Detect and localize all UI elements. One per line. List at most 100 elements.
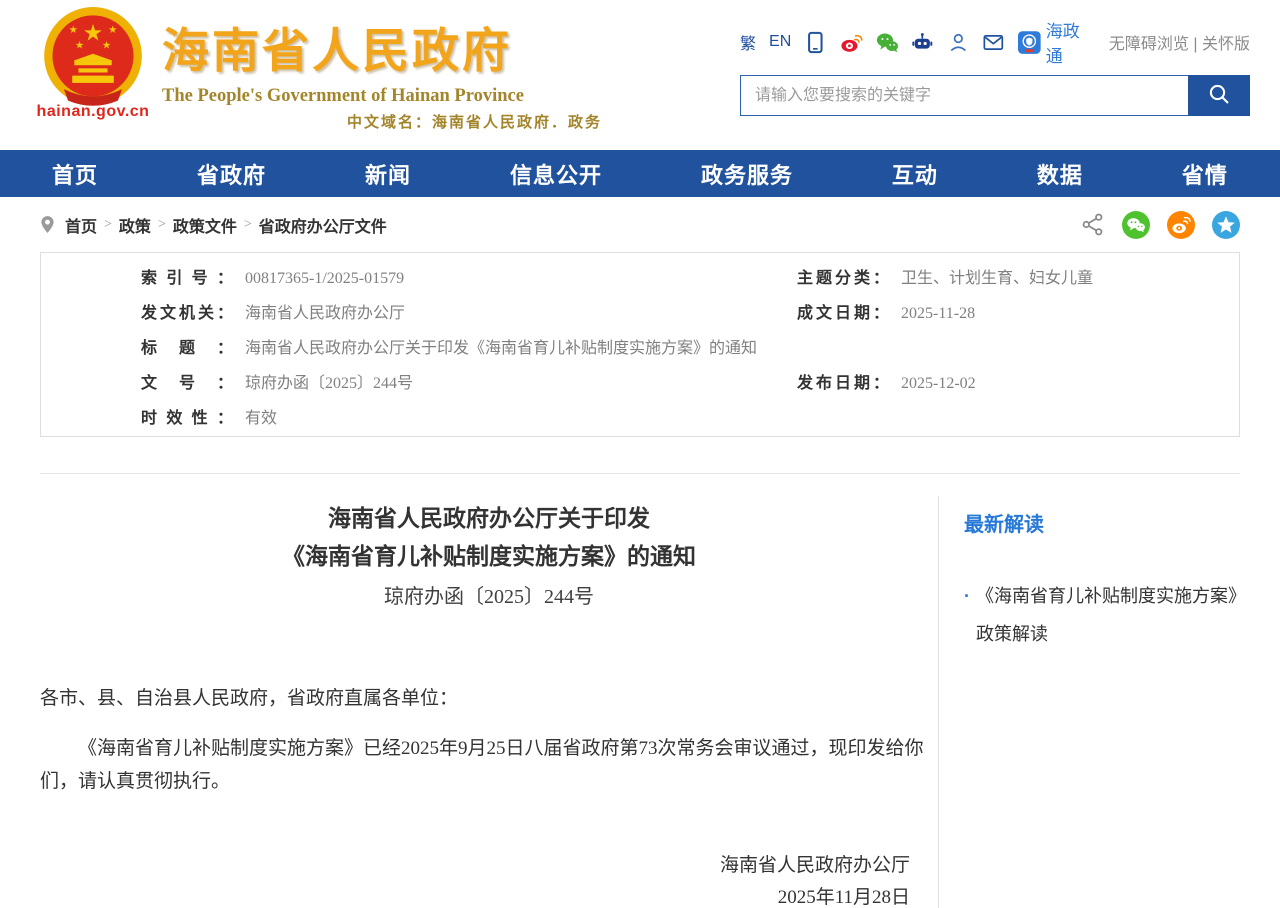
- metadata-label: 主题分类：: [797, 261, 889, 296]
- sidebar-heading-latest-interpretation: 最新解读: [964, 508, 1240, 537]
- article-document-number: 琼府办函〔2025〕244号: [40, 576, 938, 618]
- main-content: 海南省人民政府办公厅关于印发 《海南省育儿补贴制度实施方案》的通知 琼府办函〔2…: [40, 473, 1240, 908]
- haizhengtong-link[interactable]: 海政通: [1018, 17, 1096, 67]
- metadata-row-title: 标题： 海南省人民政府办公厅关于印发《海南省育儿补贴制度实施方案》的通知: [141, 331, 757, 366]
- links-divider: |: [1193, 36, 1197, 53]
- article-title-line2: 《海南省育儿补贴制度实施方案》的通知: [40, 538, 938, 576]
- location-pin-icon: [40, 215, 55, 234]
- nav-item-interaction[interactable]: 互动: [892, 158, 938, 190]
- metadata-label: 索引号：: [141, 261, 233, 296]
- metadata-value: 海南省人民政府办公厅关于印发《海南省育儿补贴制度实施方案》的通知: [245, 340, 757, 357]
- share-weibo-icon[interactable]: [1167, 211, 1195, 239]
- document-metadata-box: 索引号： 00817365-1/2025-01579 发文机关： 海南省人民政府…: [40, 252, 1240, 437]
- sidebar-link-policy-interpretation[interactable]: · 《海南省育儿补贴制度实施方案》政策解读: [964, 577, 1240, 653]
- breadcrumb-item-general-office-documents[interactable]: 省政府办公厅文件: [259, 213, 387, 237]
- document-article: 海南省人民政府办公厅关于印发 《海南省育儿补贴制度实施方案》的通知 琼府办函〔2…: [40, 474, 938, 908]
- share-toolbar: [1080, 197, 1240, 252]
- nav-item-data[interactable]: 数据: [1037, 158, 1083, 190]
- nav-item-provincial-government[interactable]: 省政府: [197, 158, 266, 190]
- search-bar: [740, 75, 1250, 116]
- search-icon: [1207, 82, 1231, 109]
- svg-text:★: ★: [75, 41, 84, 52]
- metadata-row-index-number: 索引号： 00817365-1/2025-01579: [141, 261, 757, 296]
- article-title-line1: 海南省人民政府办公厅关于印发: [40, 500, 938, 538]
- accessibility-links: 无障碍浏览 | 关怀版: [1109, 30, 1250, 54]
- metadata-row-publish-date: 发布日期： 2025-12-02: [797, 366, 1239, 401]
- metadata-value: 00817365-1/2025-01579: [245, 270, 404, 287]
- robot-icon[interactable]: [911, 31, 934, 54]
- search-input[interactable]: [740, 75, 1188, 116]
- site-title-block: 海南省人民政府 The People's Government of Haina…: [162, 12, 602, 132]
- site-title: 海南省人民政府: [162, 12, 602, 81]
- traditional-chinese-link[interactable]: 繁: [740, 30, 756, 54]
- article-signature-date: 2025年11月28日: [40, 882, 910, 908]
- site-title-english: The People's Government of Hainan Provin…: [162, 86, 602, 107]
- breadcrumb-item-policy-documents[interactable]: 政策文件: [173, 213, 237, 237]
- article-signature-block: 海南省人民政府办公厅 2025年11月28日: [40, 850, 938, 908]
- metadata-row-validity: 时效性： 有效: [141, 401, 757, 436]
- metadata-row-issuing-agency: 发文机关： 海南省人民政府办公厅: [141, 296, 757, 331]
- metadata-label: 发文机关：: [141, 296, 233, 331]
- mobile-icon[interactable]: [804, 31, 827, 54]
- metadata-label: 标题：: [141, 331, 233, 366]
- sidebar: 最新解读 · 《海南省育儿补贴制度实施方案》政策解读: [938, 496, 1240, 908]
- nav-item-information-disclosure[interactable]: 信息公开: [510, 158, 602, 190]
- site-header: ★ ★ ★ ★ ★ hainan.gov.cn 海南省人民政府 The Peop…: [0, 0, 1280, 150]
- metadata-value: 2025-11-28: [901, 305, 975, 322]
- metadata-value: 2025-12-02: [901, 375, 976, 392]
- metadata-value: 有效: [245, 410, 277, 427]
- article-paragraph: 《海南省育儿补贴制度实施方案》已经2025年9月25日八届省政府第73次常务会审…: [40, 732, 938, 798]
- metadata-row-written-date: 成文日期： 2025-11-28: [797, 296, 1239, 331]
- english-link[interactable]: EN: [769, 33, 791, 51]
- metadata-value: 海南省人民政府办公厅: [245, 305, 405, 322]
- metadata-label: 成文日期：: [797, 296, 889, 331]
- haizhengtong-icon: [1018, 31, 1041, 54]
- accessibility-link[interactable]: 无障碍浏览: [1109, 36, 1189, 53]
- breadcrumb-separator: >: [244, 217, 252, 233]
- nav-item-home[interactable]: 首页: [52, 158, 98, 190]
- sidebar-link-list: · 《海南省育儿补贴制度实施方案》政策解读: [964, 577, 1240, 653]
- sidebar-link-text: 《海南省育儿补贴制度实施方案》政策解读: [976, 577, 1240, 653]
- breadcrumb: 首页 > 政策 > 政策文件 > 省政府办公厅文件: [0, 197, 1280, 252]
- svg-text:★: ★: [102, 41, 111, 52]
- search-button[interactable]: [1188, 75, 1250, 116]
- nav-item-province-profile[interactable]: 省情: [1182, 158, 1228, 190]
- share-wechat-icon[interactable]: [1122, 211, 1150, 239]
- metadata-row-topic-category: 主题分类： 卫生、计划生育、妇女儿童: [797, 261, 1239, 296]
- metadata-value: 琼府办函〔2025〕244号: [245, 375, 413, 392]
- user-icon[interactable]: [947, 31, 970, 54]
- nav-item-government-services[interactable]: 政务服务: [701, 158, 793, 190]
- breadcrumb-item-home[interactable]: 首页: [65, 213, 97, 237]
- svg-text:★: ★: [83, 19, 104, 45]
- header-right: 繁 EN: [740, 28, 1250, 116]
- metadata-label: 发布日期：: [797, 366, 889, 401]
- article-salutation: 各市、县、自治县人民政府，省政府直属各单位：: [40, 682, 938, 715]
- breadcrumb-item-policy[interactable]: 政策: [119, 213, 151, 237]
- svg-text:★: ★: [108, 25, 117, 36]
- haizhengtong-label: 海政通: [1046, 17, 1096, 67]
- main-nav: 首页 省政府 新闻 信息公开 政务服务 互动 数据 省情: [0, 150, 1280, 197]
- share-qzone-icon[interactable]: [1212, 211, 1240, 239]
- metadata-left-column: 索引号： 00817365-1/2025-01579 发文机关： 海南省人民政府…: [41, 261, 757, 436]
- breadcrumb-separator: >: [158, 217, 166, 233]
- metadata-label: 时效性：: [141, 401, 233, 436]
- share-icon[interactable]: [1080, 212, 1105, 237]
- article-title-block: 海南省人民政府办公厅关于印发 《海南省育儿补贴制度实施方案》的通知 琼府办函〔2…: [40, 500, 938, 618]
- mail-icon[interactable]: [982, 31, 1005, 54]
- wechat-icon[interactable]: [876, 31, 899, 54]
- article-signature: 海南省人民政府办公厅: [40, 850, 910, 882]
- care-version-link[interactable]: 关怀版: [1202, 36, 1250, 53]
- metadata-row-document-number: 文号： 琼府办函〔2025〕244号: [141, 366, 757, 401]
- logo-domain-text: hainan.gov.cn: [28, 103, 158, 121]
- weibo-icon[interactable]: [840, 31, 863, 54]
- metadata-right-column: 主题分类： 卫生、计划生育、妇女儿童 成文日期： 2025-11-28 发布日期…: [757, 261, 1239, 436]
- breadcrumb-separator: >: [104, 217, 112, 233]
- site-chinese-domain: 中文域名：海南省人民政府．政务: [162, 111, 602, 132]
- page: ★ ★ ★ ★ ★ hainan.gov.cn 海南省人民政府 The Peop…: [0, 0, 1280, 908]
- metadata-label: 文号：: [141, 366, 233, 401]
- svg-text:★: ★: [69, 25, 78, 36]
- site-logo[interactable]: ★ ★ ★ ★ ★ hainan.gov.cn: [28, 6, 158, 121]
- bullet-icon: ·: [964, 577, 970, 653]
- nav-item-news[interactable]: 新闻: [365, 158, 411, 190]
- utility-row: 繁 EN: [740, 28, 1250, 56]
